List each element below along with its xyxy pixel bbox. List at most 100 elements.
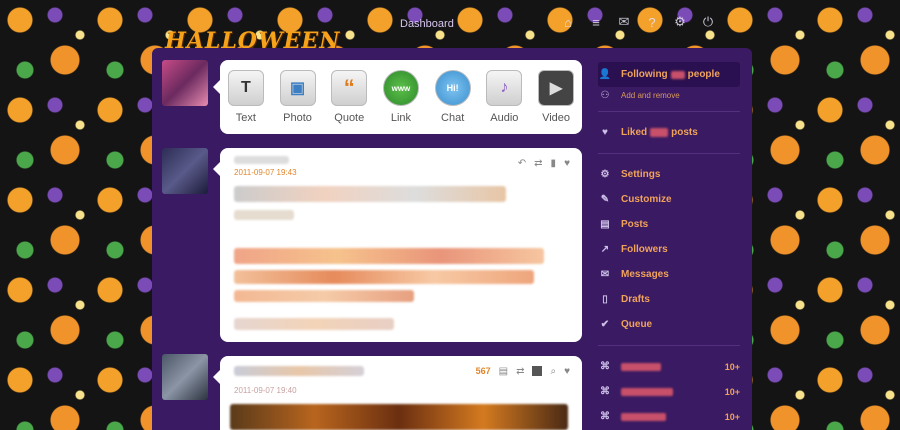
post-card: 2011-09-07 19:43 ↶ ⇄ ▮ ♥ [213,148,582,342]
avatar[interactable] [162,60,208,106]
tag-icon: ⌘ [600,361,610,372]
sidebar-item-posts[interactable]: ▤ Posts [598,212,740,237]
post-type-label: Link [390,112,412,124]
sidebar-item-label: Drafts [621,294,650,305]
list-icon[interactable]: ≡ [588,14,604,30]
mail-icon: ✉ [600,269,610,280]
mail-icon[interactable]: ✉ [616,14,632,30]
like-icon[interactable]: ♥ [564,158,570,169]
chart-icon: ↗ [600,244,610,255]
post-type-label: Audio [490,112,519,124]
sidebar-item-liked[interactable]: ♥ Liked posts [598,120,740,145]
post-actions: 567 ▤ ⇄ ⌕ ♥ [476,366,570,377]
tag-count: 10+ [724,411,740,422]
divider [598,153,740,154]
video-icon: ▶ [538,70,575,106]
tag-count: 10+ [724,386,740,397]
post-type-text[interactable]: T Text [221,70,271,124]
tag-icon: ⌘ [600,386,610,397]
sidebar-item-label: Liked [621,127,648,138]
post-type-link[interactable]: www Link [376,70,426,124]
post-card: 2011-09-07 19:40 567 ▤ ⇄ ⌕ ♥ [213,356,582,430]
header-nav: ⌂ ≡ ✉ ? ⚙ ⏻ [560,14,716,30]
drafts-icon: ▯ [602,294,608,305]
post-date[interactable]: 2011-09-07 19:40 [234,386,297,395]
document-icon[interactable]: ▤ [499,366,508,377]
sidebar-item-messages[interactable]: ✉ Messages [598,262,740,287]
divider [598,345,740,346]
sidebar-item-following[interactable]: 👤 Following people [598,62,740,87]
post-type-quote[interactable]: “ Quote [324,70,374,124]
quote-icon: “ [331,70,368,106]
document-icon: ▤ [600,219,610,230]
sidebar-item-label: Queue [621,319,653,330]
reply-icon[interactable]: ↶ [518,158,526,169]
post-actions: ↶ ⇄ ▮ ♥ [518,158,570,169]
sidebar-item-label: Posts [621,219,649,230]
sidebar-item-label: Messages [621,269,669,280]
person-icon: 👤 [598,69,612,80]
avatar[interactable] [162,148,208,194]
post-author-blurred [234,156,289,164]
sidebar-tag-row[interactable]: ⌘ 10+ [598,404,740,429]
sidebar-item-queue[interactable]: ✔ Queue [598,312,740,337]
post-text-blurred [234,248,544,264]
notes-count[interactable]: 567 [476,366,491,377]
sidebar-item-drafts[interactable]: ▯ Drafts [598,287,740,312]
post-type-photo[interactable]: ▣ Photo [273,70,323,124]
power-icon[interactable]: ⏻ [700,14,716,30]
post-type-label: Quote [334,112,365,124]
sidebar-item-label: Followers [621,244,668,255]
sidebar-item-add-remove[interactable]: ⚇ Add and remove [598,87,740,103]
thumbnail-icon[interactable] [532,366,543,376]
sidebar-item-followers[interactable]: ↗ Followers [598,237,740,262]
post-type-chat[interactable]: Hi! Chat [428,70,478,124]
wrench-icon: ✎ [600,194,610,205]
post-text-blurred [234,290,414,302]
post-author-blurred [234,366,364,376]
post-composer: T Text ▣ Photo “ Quote www Link Hi! Chat… [213,60,582,134]
home-icon[interactable]: ⌂ [560,14,576,30]
post-text-blurred [234,270,534,284]
gear-icon: ⚙ [600,169,610,180]
sidebar-tag-row[interactable]: ⌘ 10+ [598,354,740,379]
post-type-label: Video [542,112,571,124]
post-date[interactable]: 2011-09-07 19:43 [234,168,297,177]
sidebar-item-label: Settings [621,169,661,180]
blurred-count [670,70,685,79]
like-icon[interactable]: ♥ [564,366,570,377]
reblog-icon[interactable]: ⇄ [534,158,542,169]
post-text-blurred [234,318,394,330]
blurred-tag-name [621,362,661,371]
post-type-label: Text [235,112,256,124]
bookmark-icon[interactable]: ▮ [551,158,557,169]
sidebar-item-label: Customize [621,194,672,205]
sidebar-item-settings[interactable]: ⚙ Settings [598,162,740,187]
heart-icon: ♥ [602,127,608,138]
avatar[interactable] [162,354,208,400]
sidebar-item-label: people [687,69,720,80]
text-icon: T [227,70,264,106]
help-icon[interactable]: ? [644,14,660,30]
blurred-count [650,128,669,137]
sidebar-tag-row[interactable]: ⌘ 10+ [598,379,740,404]
divider [598,111,740,112]
tag-count: 10+ [724,361,740,372]
search-icon[interactable]: ⌕ [550,366,556,377]
photo-icon: ▣ [279,70,316,106]
dashboard-link[interactable]: Dashboard [400,18,454,30]
tag-icon: ⌘ [600,411,610,422]
sidebar-item-label: Add and remove [621,90,680,100]
reblog-icon[interactable]: ⇄ [516,366,524,377]
post-type-audio[interactable]: ♪ Audio [479,70,529,124]
sidebar-item-label: posts [671,127,698,138]
people-icon: ⚇ [600,89,610,101]
sidebar-item-customize[interactable]: ✎ Customize [598,187,740,212]
post-image-blurred [230,404,568,430]
post-type-label: Chat [441,112,465,124]
gear-icon[interactable]: ⚙ [672,14,688,30]
post-text-blurred [234,210,294,220]
post-type-label: Photo [283,112,312,124]
post-text-blurred [234,186,506,202]
post-type-video[interactable]: ▶ Video [531,70,581,124]
